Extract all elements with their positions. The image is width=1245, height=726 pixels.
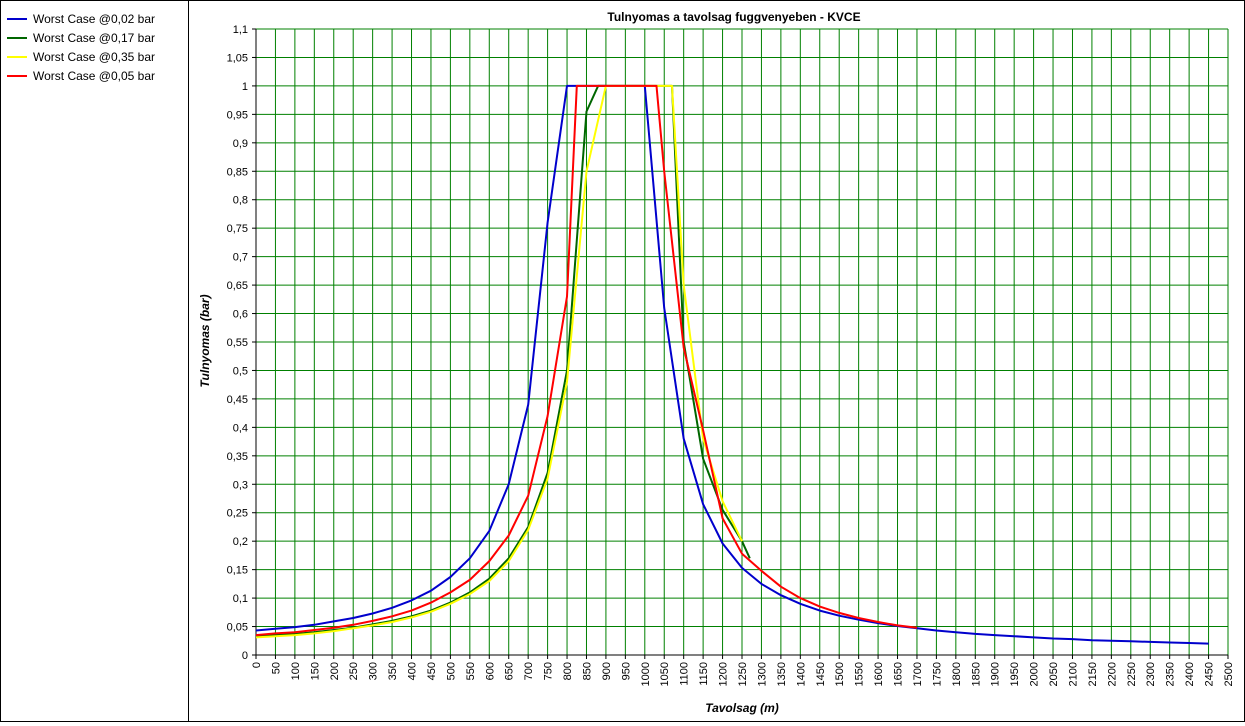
- x-tick-label: 1150: [698, 662, 710, 686]
- chart-title: Tulnyomas a tavolsag fuggvenyeben - KVCE: [607, 10, 860, 24]
- legend-item: Worst Case @0,35 bar: [7, 47, 155, 66]
- x-tick-label: 1600: [873, 662, 885, 686]
- y-tick-label: 0,75: [227, 223, 248, 235]
- x-tick-label: 850: [581, 662, 593, 680]
- x-tick-label: 1900: [990, 662, 1002, 686]
- y-tick-label: 0,55: [227, 337, 248, 349]
- x-tick-label: 1850: [970, 662, 982, 686]
- y-tick-label: 0,7: [233, 252, 248, 264]
- legend-item: Worst Case @0,05 bar: [7, 66, 155, 85]
- y-tick-label: 0,2: [233, 536, 248, 548]
- y-tick-label: 0,35: [227, 451, 248, 463]
- legend-swatch: [7, 17, 27, 20]
- x-tick-label: 300: [368, 662, 380, 680]
- x-tick-label: 1400: [795, 662, 807, 686]
- y-axis-label: Tulnyomas (bar): [198, 294, 212, 387]
- y-tick-label: 0,6: [233, 309, 248, 321]
- x-tick-label: 750: [543, 662, 555, 680]
- x-tick-label: 2150: [1087, 662, 1099, 686]
- x-tick-label: 50: [270, 662, 282, 674]
- x-tick-label: 950: [620, 662, 632, 680]
- x-tick-label: 0: [251, 662, 263, 668]
- x-tick-label: 2500: [1223, 662, 1235, 686]
- legend-label: Worst Case @0,17 bar: [33, 30, 156, 45]
- y-tick-label: 0,15: [227, 565, 248, 577]
- legend-item: Worst Case @0,17 bar: [7, 28, 155, 47]
- x-tick-label: 700: [523, 662, 535, 680]
- y-tick-label: 0,9: [233, 138, 248, 150]
- y-tick-label: 0,1: [233, 593, 248, 605]
- x-tick-label: 900: [601, 662, 613, 680]
- x-tick-label: 550: [465, 662, 477, 680]
- x-tick-label: 350: [387, 662, 399, 680]
- x-tick-label: 150: [309, 662, 321, 680]
- x-tick-label: 2200: [1106, 662, 1118, 686]
- y-tick-label: 0,4: [233, 422, 248, 434]
- x-tick-label: 1450: [815, 662, 827, 686]
- x-tick-label: 1750: [931, 662, 943, 686]
- x-tick-label: 250: [348, 662, 360, 680]
- legend-label: Worst Case @0,35 bar: [33, 49, 156, 64]
- x-tick-label: 2450: [1204, 662, 1216, 686]
- x-tick-label: 2000: [1029, 662, 1041, 686]
- legend-panel: Worst Case @0,02 bar Worst Case @0,17 bar…: [0, 0, 189, 722]
- x-tick-label: 400: [407, 662, 419, 680]
- x-tick-label: 650: [504, 662, 516, 680]
- x-tick-label: 1650: [893, 662, 905, 686]
- legend-item: Worst Case @0,02 bar: [7, 9, 155, 28]
- x-tick-label: 1950: [1009, 662, 1021, 686]
- x-tick-label: 1000: [640, 662, 652, 686]
- x-tick-label: 1050: [659, 662, 671, 686]
- y-tick-label: 1: [242, 81, 248, 93]
- y-tick-label: 1,05: [227, 52, 248, 64]
- x-tick-label: 1300: [756, 662, 768, 686]
- x-tick-label: 1100: [679, 662, 691, 686]
- x-tick-label: 2050: [1048, 662, 1060, 686]
- legend-label: Worst Case @0,02 bar: [33, 11, 156, 26]
- y-tick-label: 0,8: [233, 195, 248, 207]
- x-tick-label: 200: [329, 662, 341, 680]
- x-tick-label: 2350: [1165, 662, 1177, 686]
- x-tick-label: 1550: [854, 662, 866, 686]
- x-tick-label: 2100: [1067, 662, 1079, 686]
- y-tick-label: 1,1: [233, 24, 248, 36]
- x-tick-label: 1700: [912, 662, 924, 686]
- x-tick-label: 500: [445, 662, 457, 680]
- x-tick-label: 2400: [1184, 662, 1196, 686]
- legend-swatch: [7, 74, 27, 77]
- y-tick-label: 0,85: [227, 166, 248, 178]
- x-axis-label: Tavolsag (m): [705, 701, 779, 715]
- y-tick-label: 0,05: [227, 622, 248, 634]
- x-tick-label: 1800: [951, 662, 963, 686]
- y-tick-label: 0,95: [227, 109, 248, 121]
- legend-swatch: [7, 55, 27, 58]
- chart-panel: Tulnyomas a tavolsag fuggvenyeben - KVCE…: [188, 0, 1245, 722]
- legend-label: Worst Case @0,05 bar: [33, 68, 156, 83]
- x-tick-label: 800: [562, 662, 574, 680]
- x-tick-label: 2250: [1126, 662, 1138, 686]
- x-tick-label: 1500: [834, 662, 846, 686]
- x-tick-label: 1350: [776, 662, 788, 686]
- chart-svg: Tulnyomas a tavolsag fuggvenyeben - KVCE…: [198, 10, 1235, 715]
- y-tick-label: 0,5: [233, 365, 248, 377]
- x-tick-label: 1200: [718, 662, 730, 686]
- y-tick-label: 0,25: [227, 508, 248, 520]
- x-tick-label: 2300: [1145, 662, 1157, 686]
- y-tick-label: 0,45: [227, 394, 248, 406]
- legend-swatch: [7, 36, 27, 39]
- x-tick-label: 600: [484, 662, 496, 680]
- y-tick-label: 0,3: [233, 479, 248, 491]
- y-tick-label: 0: [242, 650, 248, 662]
- x-tick-label: 1250: [737, 662, 749, 686]
- x-tick-label: 100: [290, 662, 302, 680]
- y-tick-label: 0,65: [227, 280, 248, 292]
- x-tick-label: 450: [426, 662, 438, 680]
